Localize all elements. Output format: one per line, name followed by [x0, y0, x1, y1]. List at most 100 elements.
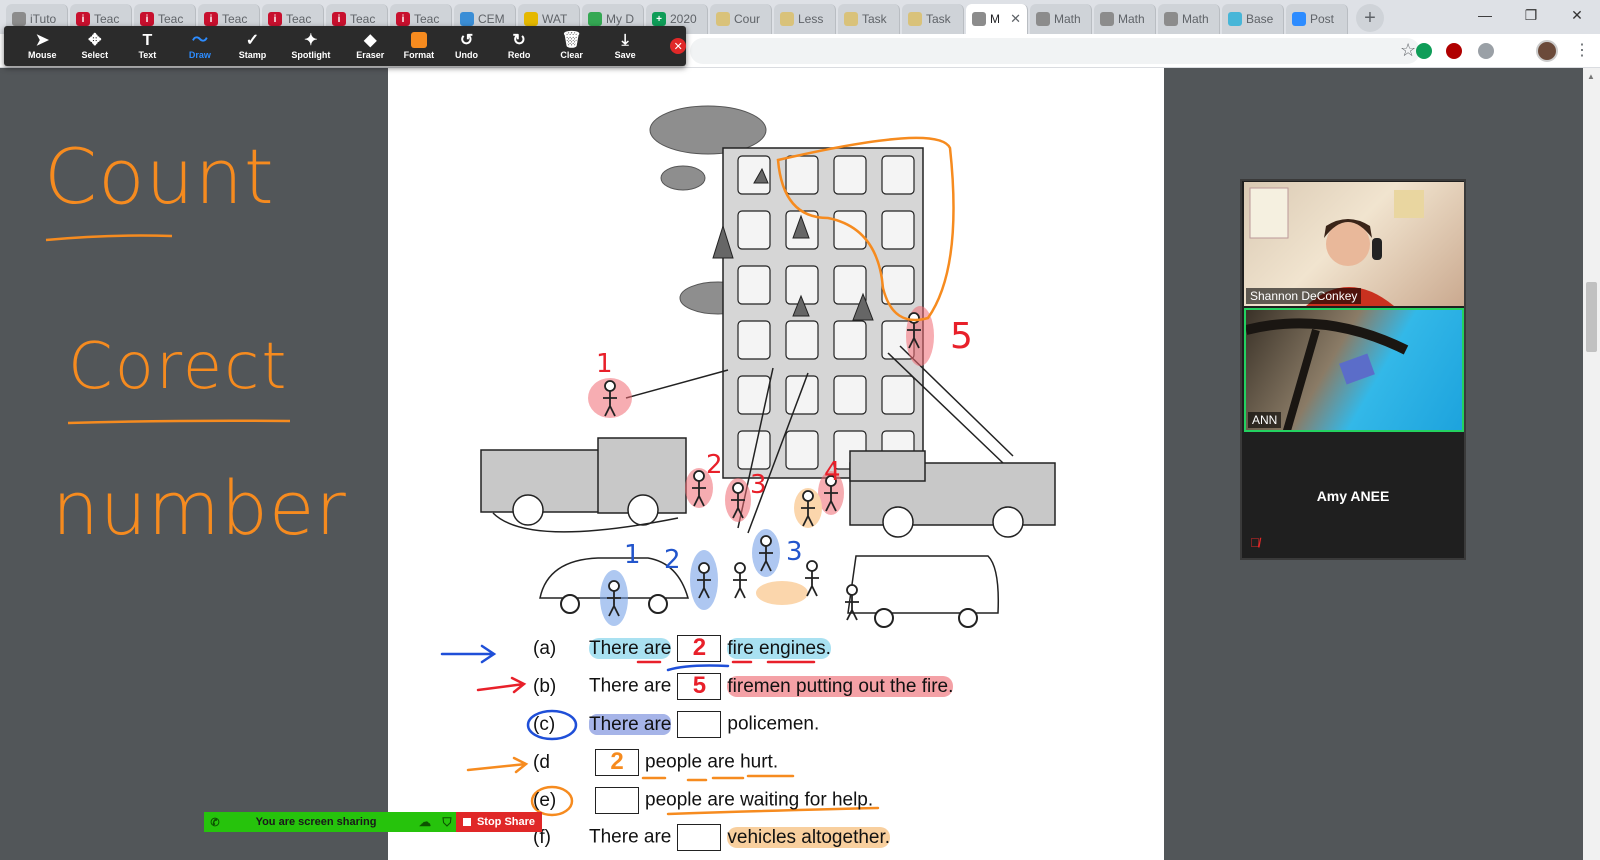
answer-box-a[interactable]: 2 [677, 635, 722, 662]
stamp-icon: ✓ [245, 32, 260, 49]
network-signal-icon: ☁ [419, 815, 431, 829]
annotate-text-button[interactable]: T Text [121, 26, 174, 66]
screen-sharing-bar: ✆ You are screen sharing ☁ ⛉ Stop Share [204, 812, 542, 832]
profile-avatar[interactable] [1536, 40, 1558, 62]
answer-box-e[interactable] [595, 787, 639, 814]
scroll-up-arrow-icon[interactable]: ▲ [1587, 72, 1595, 81]
tab-favicon-icon [12, 12, 26, 26]
person-figure [733, 562, 747, 599]
scroll-thumb[interactable] [1586, 282, 1597, 352]
fireman-count-2: 2 [706, 450, 723, 480]
question-b-label: (b) [533, 675, 557, 697]
annotate-save-button[interactable]: ⤓ Save [598, 26, 653, 66]
annotate-eraser-button[interactable]: ◆ Eraser [343, 26, 398, 66]
tab-title: Task [926, 12, 951, 26]
participant-name-ann: ANN [1248, 412, 1282, 428]
question-a-label: (a) [533, 637, 557, 659]
annotate-mouse-label: Mouse [28, 50, 57, 60]
ublock-extension-icon[interactable] [1446, 43, 1462, 59]
annotate-clear-button[interactable]: 🗑 Clear [545, 26, 598, 66]
answer-box-d[interactable]: 2 [595, 749, 639, 776]
police-count-3: 3 [786, 537, 803, 567]
tab-title: Less [798, 12, 824, 26]
answer-box-b[interactable]: 5 [677, 673, 722, 700]
participant-name-amy: Amy ANEE [1316, 488, 1390, 504]
annotate-select-button[interactable]: ✥ Select [69, 26, 122, 66]
tab-title: My D [606, 12, 634, 26]
question-b-before: There are [589, 675, 672, 697]
restore-button[interactable]: ❐ [1508, 0, 1554, 30]
puzzle-extension-icon[interactable] [1478, 43, 1494, 59]
sharing-status-text: You are screen sharing [255, 816, 377, 828]
browser-tab[interactable]: Math [1158, 4, 1220, 34]
tab-title: Math [1054, 12, 1081, 26]
tab-title: Teac [158, 12, 184, 26]
annotate-text-label: Text [138, 50, 157, 60]
participant-video-shannon[interactable]: Shannon DeConkey [1244, 182, 1464, 306]
annotate-redo-button[interactable]: ↻ Redo [493, 26, 546, 66]
tab-favicon-icon [588, 12, 602, 26]
browser-tab[interactable]: Cour [710, 4, 772, 34]
tab-favicon-icon [1164, 12, 1178, 26]
browser-tab[interactable]: Post [1286, 4, 1348, 34]
tab-title: Teac [222, 12, 248, 26]
tab-title: Task [862, 12, 887, 26]
phone-icon: ✆ [210, 816, 220, 829]
question-a-before: There are [589, 637, 672, 659]
question-d-label: (d [533, 751, 550, 773]
tab-favicon-icon: i [140, 12, 154, 26]
worksheet-page: 1 2 3 4 5 1 2 3 (a) There are 2 fire engine… [388, 68, 1164, 860]
address-bar[interactable] [690, 38, 1420, 64]
browser-tab[interactable]: Math [1094, 4, 1156, 34]
tab-title: M [990, 12, 1000, 26]
tab-title: Cour [734, 12, 761, 26]
close-tab-icon[interactable]: ✕ [1010, 11, 1021, 27]
participant-video-ann[interactable]: ANN [1244, 308, 1464, 432]
annotate-draw-label: Draw [188, 50, 211, 60]
building-window [833, 320, 867, 360]
browser-tab[interactable]: Less [774, 4, 836, 34]
browser-tab[interactable]: M ✕ [966, 4, 1028, 34]
annotate-format-button[interactable]: Format [397, 26, 440, 66]
close-window-button[interactable]: ✕ [1554, 0, 1600, 30]
annotate-draw-button[interactable]: 〜 Draw [174, 26, 227, 66]
building-window [881, 155, 915, 195]
close-annotation-icon[interactable]: ✕ [670, 38, 686, 54]
annotate-undo-button[interactable]: ↺ Undo [440, 26, 493, 66]
annotate-mouse-button[interactable]: ➤ Mouse [16, 26, 69, 66]
building-window [785, 430, 819, 470]
police-count-1: 1 [624, 540, 641, 570]
participant-tile-amy[interactable]: Amy ANEE 🎙̸ [1242, 436, 1464, 556]
building-window [785, 155, 819, 195]
new-tab-button[interactable]: + [1356, 4, 1384, 32]
bookmark-star-icon[interactable]: ☆ [1400, 40, 1416, 61]
fire-scene-illustration: 1 2 3 4 5 1 2 3 [440, 105, 1056, 817]
answer-box-c[interactable] [677, 711, 722, 738]
annotate-stamp-button[interactable]: ✓ Stamp [226, 26, 279, 66]
browser-menu-icon[interactable]: ⋮ [1574, 40, 1590, 60]
question-a-after: fire engines. [727, 637, 831, 659]
tab-title: Base [1246, 12, 1274, 26]
answer-box-f[interactable] [677, 824, 722, 851]
browser-tab[interactable]: Task [838, 4, 900, 34]
green-extension-icon[interactable] [1416, 43, 1432, 59]
browser-tab[interactable]: Task [902, 4, 964, 34]
tab-favicon-icon: + [652, 12, 666, 26]
eraser-icon: ◆ [364, 32, 377, 49]
stop-share-button[interactable]: Stop Share [456, 812, 542, 832]
question-e-label: (e) [533, 789, 557, 811]
browser-tab[interactable]: Base [1222, 4, 1284, 34]
question-f-after: vehicles altogether. [727, 826, 891, 848]
building-window [737, 155, 771, 195]
page-scrollbar[interactable]: ▲ [1583, 68, 1600, 860]
minimize-button[interactable]: — [1462, 0, 1508, 30]
question-b: (b) There are 5 firemen putting out the fir… [533, 673, 954, 700]
building-window [881, 210, 915, 250]
format-color-icon [410, 32, 427, 48]
browser-tab[interactable]: Math [1030, 4, 1092, 34]
tab-favicon-icon: i [204, 12, 218, 26]
person-figure [845, 584, 859, 621]
stop-icon [462, 818, 471, 826]
annotate-spotlight-button[interactable]: ✦ Spotlight [279, 26, 343, 66]
tab-title: Math [1182, 12, 1209, 26]
